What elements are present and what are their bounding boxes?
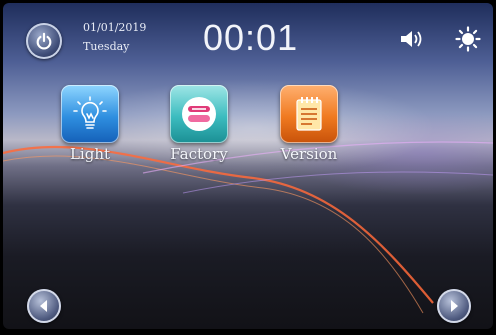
factory-tile[interactable] [170,85,228,143]
date-display: 01/01/2019 [83,21,147,34]
app-label-version: Version [280,145,338,163]
light-tile[interactable] [61,85,119,143]
notepad-icon [296,97,322,131]
sun-icon[interactable] [455,26,481,52]
power-icon [36,32,52,50]
factory-icon [182,97,216,131]
app-label-light: Light [69,145,111,163]
next-page-button[interactable] [437,289,471,323]
prev-page-button[interactable] [27,289,61,323]
app-factory[interactable]: Factory [161,85,237,163]
version-tile[interactable] [280,85,338,143]
weekday-display: Tuesday [83,40,130,53]
arrow-right-icon [451,300,458,312]
speaker-icon[interactable] [399,28,425,50]
app-version[interactable]: Version [271,85,347,163]
app-light[interactable]: Light [52,85,128,163]
power-button[interactable] [26,23,62,59]
arrow-left-icon [40,300,47,312]
light-bulb-icon [73,96,107,129]
app-label-factory: Factory [170,145,228,163]
home-screen: 01/01/2019 Tuesday 00:01 Light Factory V… [3,3,493,329]
clock-display: 00:01 [203,17,299,58]
